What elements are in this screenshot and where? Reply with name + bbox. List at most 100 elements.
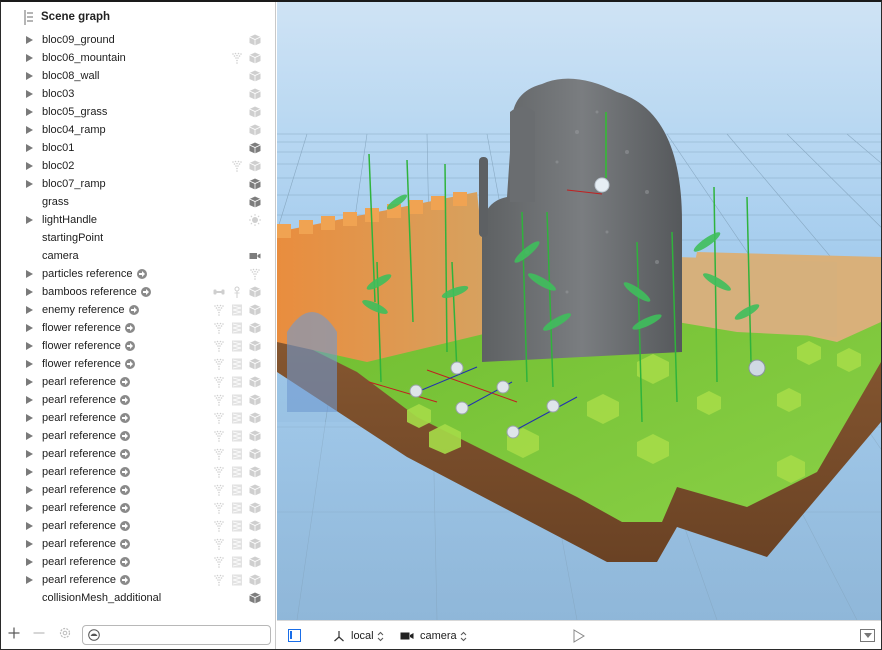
scene-node-label: bloc06_mountain: [42, 52, 126, 64]
scene-node-label: pearl reference: [42, 376, 130, 388]
disclosure-triangle-icon[interactable]: [26, 341, 33, 350]
disclosure-triangle-icon[interactable]: [26, 215, 33, 224]
scene-node-label: bloc09_ground: [42, 34, 115, 46]
toggle-sidebar-button[interactable]: [288, 629, 301, 642]
reference-arrow-icon[interactable]: [120, 449, 130, 459]
disclosure-triangle-icon[interactable]: [26, 467, 33, 476]
reference-arrow-icon[interactable]: [136, 269, 147, 279]
scene-node-row[interactable]: pearl reference: [1, 571, 275, 589]
scene-node-row[interactable]: camera: [1, 247, 275, 265]
scene-node-row[interactable]: bloc02: [1, 157, 275, 175]
scene-node-row[interactable]: bloc06_mountain: [1, 49, 275, 67]
scene-node-row[interactable]: bloc03: [1, 85, 275, 103]
gear-icon[interactable]: [58, 626, 72, 640]
scene-node-row[interactable]: bloc07_ramp: [1, 175, 275, 193]
disclosure-triangle-icon[interactable]: [26, 179, 33, 188]
scene-node-row[interactable]: pearl reference: [1, 445, 275, 463]
scene-graph-icon: [24, 9, 33, 25]
viewport-options-button[interactable]: [860, 629, 875, 642]
scene-node-row[interactable]: bloc04_ramp: [1, 121, 275, 139]
scene-node-row[interactable]: pearl reference: [1, 481, 275, 499]
scene-node-row[interactable]: enemy reference: [1, 301, 275, 319]
reference-arrow-icon[interactable]: [120, 521, 130, 531]
reference-arrow-icon[interactable]: [120, 485, 130, 495]
disclosure-triangle-icon[interactable]: [26, 125, 33, 134]
scene-node-row[interactable]: pearl reference: [1, 427, 275, 445]
disclosure-triangle-icon[interactable]: [26, 161, 33, 170]
scene-node-row[interactable]: pearl reference: [1, 373, 275, 391]
scene-node-row[interactable]: pearl reference: [1, 409, 275, 427]
disclosure-triangle-icon[interactable]: [26, 107, 33, 116]
animation-icon: [231, 448, 243, 460]
disclosure-triangle-icon[interactable]: [26, 503, 33, 512]
animation-icon: [231, 358, 243, 370]
reference-arrow-icon[interactable]: [120, 575, 130, 585]
disclosure-triangle-icon[interactable]: [26, 485, 33, 494]
reference-arrow-icon[interactable]: [124, 341, 135, 351]
disclosure-triangle-icon[interactable]: [26, 431, 33, 440]
disclosure-triangle-icon[interactable]: [26, 71, 33, 80]
node-attribute-icons: [213, 375, 261, 389]
disclosure-triangle-icon[interactable]: [26, 143, 33, 152]
scene-node-row[interactable]: bloc08_wall: [1, 67, 275, 85]
disclosure-triangle-icon[interactable]: [26, 521, 33, 530]
scene-node-row[interactable]: grass: [1, 193, 275, 211]
disclosure-triangle-icon[interactable]: [26, 395, 33, 404]
disclosure-triangle-icon[interactable]: [26, 287, 33, 296]
disclosure-triangle-icon[interactable]: [26, 359, 33, 368]
scene-node-row[interactable]: bloc01: [1, 139, 275, 157]
reference-arrow-icon[interactable]: [120, 377, 130, 387]
disclosure-triangle-icon[interactable]: [26, 53, 33, 62]
reference-arrow-icon[interactable]: [124, 359, 135, 369]
reference-arrow-icon[interactable]: [120, 413, 130, 423]
scene-node-row[interactable]: pearl reference: [1, 517, 275, 535]
scene-node-row[interactable]: flower reference: [1, 319, 275, 337]
particle-emitter-icon: [231, 160, 243, 172]
scene-node-row[interactable]: pearl reference: [1, 391, 275, 409]
coordinate-space-popup[interactable]: local: [333, 628, 384, 644]
scene-node-row[interactable]: bloc09_ground: [1, 31, 275, 49]
scene-node-row[interactable]: bloc05_grass: [1, 103, 275, 121]
scene-node-row[interactable]: particles reference: [1, 265, 275, 283]
filter-input[interactable]: [103, 627, 267, 643]
particle-emitter-icon: [213, 556, 225, 568]
disclosure-triangle-icon[interactable]: [26, 269, 33, 278]
add-node-button[interactable]: [8, 627, 20, 639]
reference-arrow-icon[interactable]: [120, 395, 130, 405]
disclosure-triangle-icon[interactable]: [26, 35, 33, 44]
disclosure-triangle-icon[interactable]: [26, 305, 33, 314]
scene-node-row[interactable]: pearl reference: [1, 535, 275, 553]
reference-arrow-icon[interactable]: [140, 287, 151, 297]
scene-node-row[interactable]: startingPoint: [1, 229, 275, 247]
scene-viewport[interactable]: [277, 2, 881, 620]
disclosure-triangle-icon[interactable]: [26, 323, 33, 332]
scene-node-row[interactable]: lightHandle: [1, 211, 275, 229]
scene-node-row[interactable]: flower reference: [1, 355, 275, 373]
reference-arrow-icon[interactable]: [120, 431, 130, 441]
disclosure-triangle-icon[interactable]: [26, 413, 33, 422]
reference-arrow-icon[interactable]: [120, 539, 130, 549]
disclosure-triangle-icon[interactable]: [26, 539, 33, 548]
reference-arrow-icon[interactable]: [120, 467, 130, 477]
disclosure-triangle-icon[interactable]: [26, 89, 33, 98]
disclosure-triangle-icon[interactable]: [26, 377, 33, 386]
scene-render[interactable]: [277, 2, 881, 620]
remove-node-button[interactable]: [33, 627, 45, 639]
filter-field[interactable]: [82, 625, 271, 645]
scene-node-row[interactable]: bamboos reference: [1, 283, 275, 301]
disclosure-triangle-icon[interactable]: [26, 575, 33, 584]
reference-arrow-icon[interactable]: [128, 305, 139, 315]
animation-icon: [231, 322, 243, 334]
scene-node-row[interactable]: flower reference: [1, 337, 275, 355]
reference-arrow-icon[interactable]: [124, 323, 135, 333]
reference-arrow-icon[interactable]: [120, 557, 130, 567]
reference-arrow-icon[interactable]: [120, 503, 130, 513]
disclosure-triangle-icon[interactable]: [26, 449, 33, 458]
scene-node-row[interactable]: collisionMesh_additional: [1, 589, 275, 607]
scene-node-row[interactable]: pearl reference: [1, 553, 275, 571]
disclosure-triangle-icon[interactable]: [26, 557, 33, 566]
scene-node-row[interactable]: pearl reference: [1, 499, 275, 517]
point-of-view-popup[interactable]: camera: [400, 628, 467, 644]
play-button[interactable]: [573, 629, 585, 643]
scene-node-row[interactable]: pearl reference: [1, 463, 275, 481]
